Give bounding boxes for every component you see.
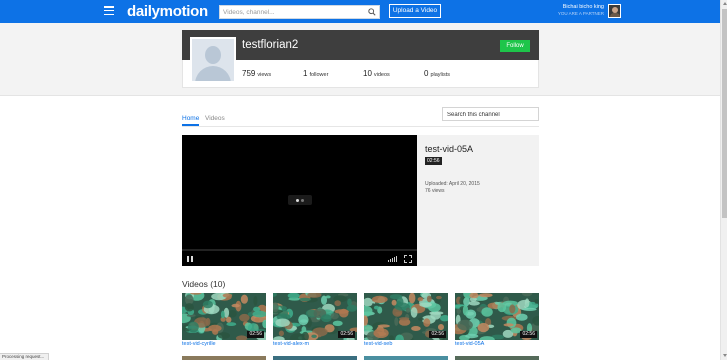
upload-video-button[interactable]: Upload a Video	[389, 4, 441, 18]
upload-date: Uploaded: April 20, 2015	[425, 181, 480, 187]
search-box[interactable]	[219, 5, 380, 19]
video-thumbnail[interactable]: 02:56	[182, 293, 266, 340]
top-navbar: dailymotion Upload a Video Bichai bicho …	[0, 0, 720, 23]
video-player[interactable]	[182, 135, 417, 266]
quality-icon[interactable]	[388, 256, 397, 262]
scroll-down-arrow-icon[interactable]	[722, 354, 727, 357]
search-icon[interactable]	[368, 8, 376, 16]
status-bar: Processing request...	[0, 353, 50, 360]
video-info-panel	[417, 135, 539, 266]
video-thumbnail-partial[interactable]	[182, 356, 266, 360]
video-thumbnail[interactable]: 02:56	[455, 293, 539, 340]
user-name[interactable]: Bichai bicho king	[545, 4, 604, 11]
scroll-thumb[interactable]	[722, 9, 727, 218]
video-thumbnail[interactable]: 02:56	[364, 293, 448, 340]
stat-views: 759 views	[242, 69, 272, 78]
duration-badge: 02:56	[338, 331, 355, 338]
search-input[interactable]	[223, 7, 363, 18]
stat-playlists: 0 playlists	[424, 69, 451, 78]
channel-name: testflorian2	[242, 39, 299, 51]
stat-videos: 10 videos	[363, 69, 390, 78]
progress-bar[interactable]	[182, 249, 417, 251]
channel-search-input[interactable]	[447, 109, 535, 120]
logo[interactable]: dailymotion	[127, 3, 208, 20]
featured-video-title[interactable]: test-vid-05A	[425, 144, 473, 154]
tab-home[interactable]: Home	[182, 115, 199, 122]
scrollbar[interactable]	[720, 0, 727, 360]
video-title-link[interactable]: test-vid-alex-m	[273, 341, 309, 347]
stat-followers: 1 follower	[303, 69, 329, 78]
channel-search-box[interactable]	[442, 107, 539, 121]
tab-videos[interactable]: Videos	[205, 115, 225, 122]
scroll-up-arrow-icon[interactable]	[722, 2, 727, 5]
video-thumbnail-partial[interactable]	[273, 356, 357, 360]
loading-indicator	[288, 195, 312, 205]
video-title-link[interactable]: test-vid-05A	[455, 341, 484, 347]
featured-duration-badge: 02:56	[425, 157, 442, 165]
view-count: 76 views	[425, 188, 445, 194]
pause-icon[interactable]	[187, 256, 193, 262]
user-role: YOU ARE A PARTNER	[557, 11, 604, 16]
video-thumbnail[interactable]: 02:56	[273, 293, 357, 340]
video-thumbnail-partial[interactable]	[364, 356, 448, 360]
channel-avatar[interactable]	[190, 37, 236, 83]
duration-badge: 02:56	[520, 331, 537, 338]
fullscreen-icon[interactable]	[404, 255, 412, 263]
tabs-divider	[182, 126, 539, 127]
video-thumbnail-partial[interactable]	[455, 356, 539, 360]
video-title-link[interactable]: test-vid-cyrille	[182, 341, 216, 347]
avatar[interactable]	[608, 4, 621, 18]
duration-badge: 02:56	[429, 331, 446, 338]
duration-badge: 02:56	[247, 331, 264, 338]
video-title-link[interactable]: test-vid-seb	[364, 341, 392, 347]
follow-button[interactable]: Follow	[500, 40, 530, 52]
menu-icon[interactable]	[104, 6, 114, 16]
videos-heading: Videos (10)	[182, 279, 226, 289]
